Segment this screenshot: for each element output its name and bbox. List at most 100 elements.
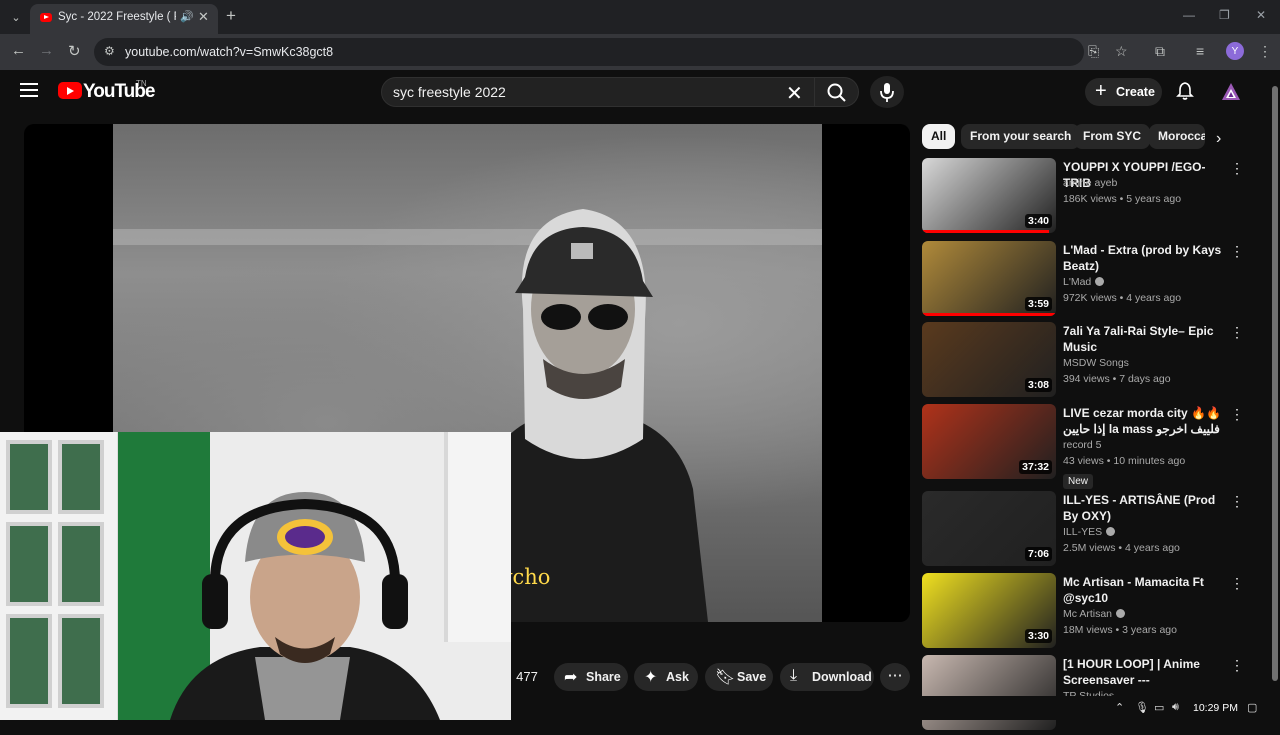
network-icon[interactable]: ▭ [1154,701,1164,714]
like-count[interactable]: 477 [511,663,543,691]
media-controls-icon[interactable]: ≡ [1196,43,1204,59]
share-button[interactable]: ➦ Share [554,663,628,691]
video-thumbnail[interactable]: 3:59 [922,241,1056,316]
more-options-icon[interactable]: ⋮ [1230,243,1244,260]
recommendation-item[interactable]: 3:30 Mc Artisan - Mamacita Ft @syc10 Mc Ar… [922,573,1252,653]
recommendation-item[interactable]: [1 HOUR LOOP] | Anime Screensaver --- VI… [922,655,1252,735]
create-button[interactable]: + Create [1085,78,1162,106]
minimize-icon[interactable]: — [1183,8,1195,22]
share-icon: ➦ [564,669,578,686]
system-tray: ⌃ 🎙︎ ▭ 🔊︎ 10:29 PM ▢ [910,696,1280,720]
profile-avatar[interactable]: Y [1226,42,1244,60]
extensions-icon[interactable]: ⧉ [1155,43,1165,60]
forward-icon[interactable]: → [39,42,54,59]
chevron-right-icon[interactable]: › [1216,130,1221,148]
window-frame [0,432,120,720]
more-options-icon[interactable]: ⋮ [1230,406,1244,423]
channel-name[interactable]: record 5 [1063,439,1102,451]
youtube-favicon-icon [40,13,52,22]
search-query-text[interactable]: syc freestyle 2022 [393,84,506,100]
video-thumbnail[interactable]: 7:06 [922,491,1056,566]
browser-tab[interactable]: Syc - 2022 Freestyle ( Prod 🔊 ✕ [30,4,218,34]
duration-badge: 3:30 [1024,629,1052,643]
ask-label: Ask [666,670,689,684]
video-thumbnail[interactable]: 37:32 [922,404,1056,479]
browser-menu-icon[interactable]: ⋮ [1258,43,1272,60]
save-button[interactable]: 🔖︎ Save [705,663,773,691]
view-count-and-date: 43 views • 10 minutes ago [1063,455,1186,467]
view-count-and-date: 394 views • 7 days ago [1063,373,1171,385]
video-thumbnail[interactable]: 3:40 [922,158,1056,233]
channel-name[interactable]: amine ayeb [1063,177,1117,189]
duration-badge: 3:59 [1024,297,1052,311]
chip-all[interactable]: All [922,124,956,149]
search-button[interactable] [815,77,859,107]
recommendation-title[interactable]: LIVE cezar morda city 🔥🔥 إذا حايين la ma… [1063,405,1223,437]
url-text[interactable]: youtube.com/watch?v=SmwKc38gct8 [125,45,333,59]
more-options-icon[interactable]: ⋮ [1230,324,1244,341]
recommendation-title[interactable]: L'Mad - Extra (prod by Kays Beatz) [1063,242,1223,274]
notifications-bell-icon[interactable] [1175,81,1195,106]
recommendation-title[interactable]: [1 HOUR LOOP] | Anime Screensaver --- VI… [1063,656,1223,688]
voice-search-button[interactable] [870,76,904,108]
video-thumbnail[interactable]: 3:30 [922,573,1056,648]
audio-playing-icon[interactable]: 🔊 [180,10,194,23]
recommendation-item[interactable]: 7:06 ILL-YES - ARTISÂNE (Prod By OXY) ILL-… [922,491,1252,571]
restore-icon[interactable]: ❐ [1219,8,1230,22]
chevron-up-icon[interactable]: ⌃ [1115,701,1124,714]
duration-badge: 3:40 [1024,214,1052,228]
system-clock[interactable]: 10:29 PM [1193,702,1238,714]
recommendation-title[interactable]: 7ali Ya 7ali-Rai Style– Epic Music [1063,323,1223,355]
install-app-icon[interactable]: ⎘ [1088,43,1099,60]
page-scrollbar[interactable] [1270,70,1280,690]
search-input[interactable]: syc freestyle 2022 ✕ [381,77,815,107]
browser-toolbar: ← → ↻ ⚙ youtube.com/watch?v=SmwKc38gct8 … [0,34,1280,70]
close-tab-icon[interactable]: ✕ [198,9,209,25]
more-options-icon[interactable]: ⋮ [1230,160,1244,177]
ask-button[interactable]: ✦ Ask [634,663,698,691]
more-options-icon[interactable]: ⋮ [1230,657,1244,674]
chip-from-syc[interactable]: From SYC [1074,124,1151,149]
volume-icon[interactable]: 🔊︎ [1172,701,1179,714]
hamburger-menu-icon[interactable] [20,83,38,97]
watch-progress-bar [922,313,1056,316]
bookmark-icon: 🔖︎ [715,669,736,686]
plus-icon: + [1095,80,1107,102]
youtube-logo-icon[interactable] [58,82,82,99]
channel-name[interactable]: L'Mad [1063,276,1105,288]
recommendation-title[interactable]: ILL-YES - ARTISÂNE (Prod By OXY) [1063,492,1223,524]
clear-search-icon[interactable]: ✕ [786,81,803,106]
channel-name[interactable]: Mc Artisan [1063,608,1126,620]
chip-morocco[interactable]: Morocca [1149,124,1205,149]
recommendation-item[interactable]: 37:32 LIVE cezar morda city 🔥🔥 إذا حايين … [922,404,1252,489]
more-options-icon[interactable]: ⋮ [1230,493,1244,510]
close-window-icon[interactable]: ✕ [1256,8,1266,22]
address-bar[interactable]: ⚙ youtube.com/watch?v=SmwKc38gct8 [94,38,1084,66]
scroll-thumb[interactable] [1272,86,1278,681]
channel-name-text: record 5 [1063,439,1102,451]
tab-search-button[interactable]: ⌄ [6,7,26,27]
new-tab-button[interactable]: + [226,6,236,26]
channel-name[interactable]: MSDW Songs [1063,357,1129,369]
more-options-icon[interactable]: ⋮ [1230,575,1244,592]
reload-icon[interactable]: ↻ [68,42,81,60]
view-count-and-date: 2.5M views • 4 years ago [1063,542,1180,554]
back-icon[interactable]: ← [11,42,26,59]
verified-check-icon [1106,527,1116,536]
download-button[interactable]: ⤓ Download [780,663,874,691]
channel-name[interactable]: ILL-YES [1063,526,1116,538]
recommendation-title[interactable]: Mc Artisan - Mamacita Ft @syc10 [1063,574,1223,606]
site-info-icon[interactable]: ⚙ [104,44,115,58]
recommendation-item[interactable]: 3:40 YOUPPI X YOUPPI /EGO-TRIB amine ayeb 1… [922,158,1252,238]
duration-badge: 37:32 [1019,460,1052,474]
recommendation-item[interactable]: 3:08 7ali Ya 7ali-Rai Style– Epic Music MS… [922,322,1252,402]
bookmark-star-icon[interactable]: ☆ [1115,43,1128,60]
view-count-and-date: 972K views • 4 years ago [1063,292,1182,304]
account-avatar-icon[interactable] [1220,81,1242,108]
more-actions-button[interactable]: ⋯ [880,663,910,691]
video-thumbnail[interactable]: 3:08 [922,322,1056,397]
recommendation-item[interactable]: 3:59 L'Mad - Extra (prod by Kays Beatz) L'… [922,241,1252,321]
microphone-tray-icon[interactable]: 🎙︎ [1135,701,1149,714]
notification-center-icon[interactable]: ▢ [1247,701,1257,714]
chip-from-your-search[interactable]: From your search [961,124,1081,149]
